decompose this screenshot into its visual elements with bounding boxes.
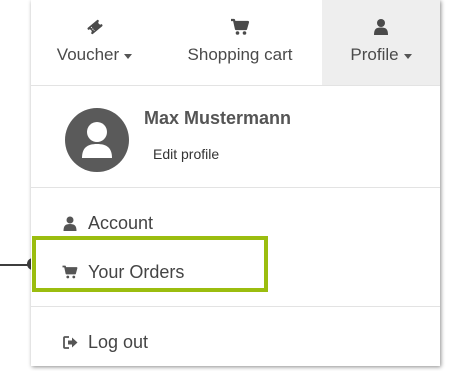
- user-icon: [62, 215, 78, 231]
- ticket-icon: [86, 18, 104, 36]
- user-icon: [373, 18, 389, 36]
- menu-item-your-orders[interactable]: Your Orders: [31, 252, 440, 292]
- shopping-cart-icon: [62, 264, 78, 280]
- user-name: Max Mustermann: [144, 108, 292, 128]
- nav-profile-label: Profile: [350, 45, 399, 64]
- nav-shopping-cart-label: Shopping cart: [187, 45, 293, 64]
- nav-shopping-cart[interactable]: Shopping cart: [158, 0, 322, 85]
- menu-item-log-out[interactable]: Log out: [31, 322, 440, 362]
- account-dropdown-panel: Voucher Shopping cart Profile Max Muster…: [31, 0, 440, 366]
- nav-voucher[interactable]: Voucher: [31, 0, 158, 85]
- menu-item-your-orders-label: Your Orders: [88, 261, 185, 282]
- menu-item-log-out-label: Log out: [88, 331, 149, 352]
- user-avatar-icon: [65, 108, 129, 172]
- sign-out-icon: [62, 334, 78, 350]
- screenshot-canvas: Voucher Shopping cart Profile Max Muster…: [0, 0, 449, 371]
- menu-item-account-label: Account: [88, 212, 154, 233]
- nav-profile[interactable]: Profile: [322, 0, 440, 85]
- edit-profile-link[interactable]: Edit profile: [153, 146, 219, 162]
- menu-item-account[interactable]: Account: [31, 203, 440, 243]
- shopping-cart-icon: [230, 18, 250, 36]
- menu-divider: [31, 306, 440, 307]
- top-navigation: Voucher Shopping cart Profile: [31, 0, 440, 86]
- user-header: Max Mustermann Edit profile: [31, 86, 440, 188]
- chevron-down-icon: [124, 53, 133, 59]
- chevron-down-icon: [403, 53, 412, 59]
- nav-voucher-label: Voucher: [56, 45, 120, 64]
